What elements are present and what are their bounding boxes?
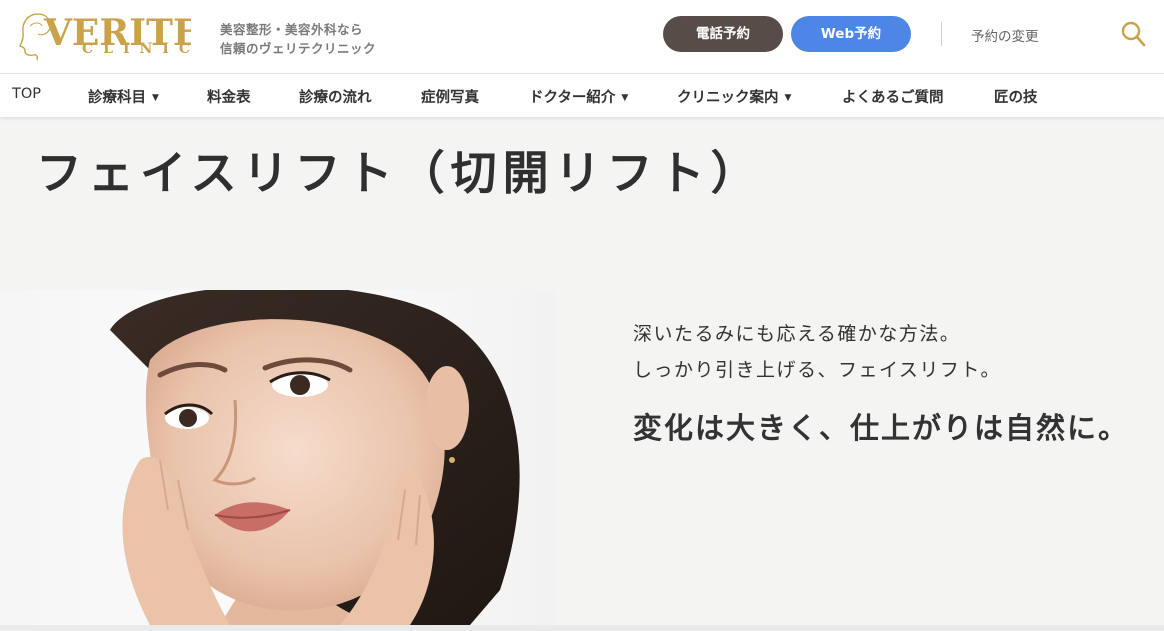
- nav-item-doctors[interactable]: ドクター紹介 ▼: [529, 86, 628, 107]
- hero-image: [0, 290, 555, 625]
- nav-item-label: TOP: [12, 86, 42, 102]
- search-button[interactable]: [1120, 20, 1146, 48]
- nav-item-price-list[interactable]: 料金表: [207, 86, 251, 107]
- nav-item-label: 匠の技: [994, 90, 1038, 106]
- nav-item-label: 料金表: [207, 90, 251, 106]
- tel-reservation-button[interactable]: 電話予約: [663, 16, 783, 52]
- lead-line-1: 深いたるみにも応える確かな方法。: [633, 323, 961, 345]
- nav-item-top[interactable]: TOP: [12, 86, 41, 102]
- site-logo[interactable]: VERITE CLINIC: [16, 8, 200, 62]
- lead-copy: 深いたるみにも応える確かな方法。 しっかり引き上げる、フェイスリフト。: [633, 316, 1001, 388]
- section-divider: [0, 625, 1164, 631]
- nav-item-faq[interactable]: よくあるご質問: [842, 86, 944, 107]
- header-divider: [941, 22, 942, 46]
- reservation-change-link[interactable]: 予約の変更: [971, 25, 1039, 45]
- nav-item-label: ドクター紹介: [529, 90, 616, 106]
- nav-item-label: 診療科目: [88, 90, 146, 106]
- nav-item-case-photos[interactable]: 症例写真: [421, 86, 479, 107]
- nav-item-label: 診療の流れ: [299, 90, 372, 106]
- caret-down-icon: ▼: [621, 93, 629, 103]
- caret-down-icon: ▼: [784, 93, 792, 103]
- nav-item-clinic-info[interactable]: クリニック案内 ▼: [677, 86, 791, 107]
- header-tagline: 美容整形・美容外科なら 信頼のヴェリテクリニック: [220, 20, 376, 58]
- nav-item-label: よくあるご質問: [842, 90, 944, 106]
- nav-item-label: クリニック案内: [677, 90, 779, 106]
- page-title: フェイスリフト（切開リフト）: [36, 146, 763, 200]
- site-header: VERITE CLINIC 美容整形・美容外科なら 信頼のヴェリテクリニック 電…: [0, 0, 1164, 74]
- tagline-line-2: 信頼のヴェリテクリニック: [220, 41, 377, 56]
- logo-sub-text: CLINIC: [82, 41, 201, 57]
- nav-item-label: 症例写真: [421, 90, 479, 106]
- search-icon: [1121, 21, 1146, 47]
- headline-copy: 変化は大きく、仕上がりは自然に。: [633, 411, 1130, 445]
- lead-line-2: しっかり引き上げる、フェイスリフト。: [633, 359, 1002, 381]
- caret-down-icon: ▼: [152, 93, 159, 103]
- nav-item-craftsmanship[interactable]: 匠の技: [994, 86, 1038, 107]
- tagline-line-1: 美容整形・美容外科なら: [220, 22, 364, 37]
- nav-item-treatment-flow[interactable]: 診療の流れ: [299, 86, 372, 107]
- nav-item-departments[interactable]: 診療科目 ▼: [88, 86, 159, 107]
- main-nav: TOP 診療科目 ▼ 料金表 診療の流れ 症例写真 ドクター紹介 ▼ クリニック案内…: [0, 74, 1164, 117]
- woman-face-photo: [110, 290, 520, 625]
- web-reservation-button[interactable]: Web予約: [791, 16, 911, 52]
